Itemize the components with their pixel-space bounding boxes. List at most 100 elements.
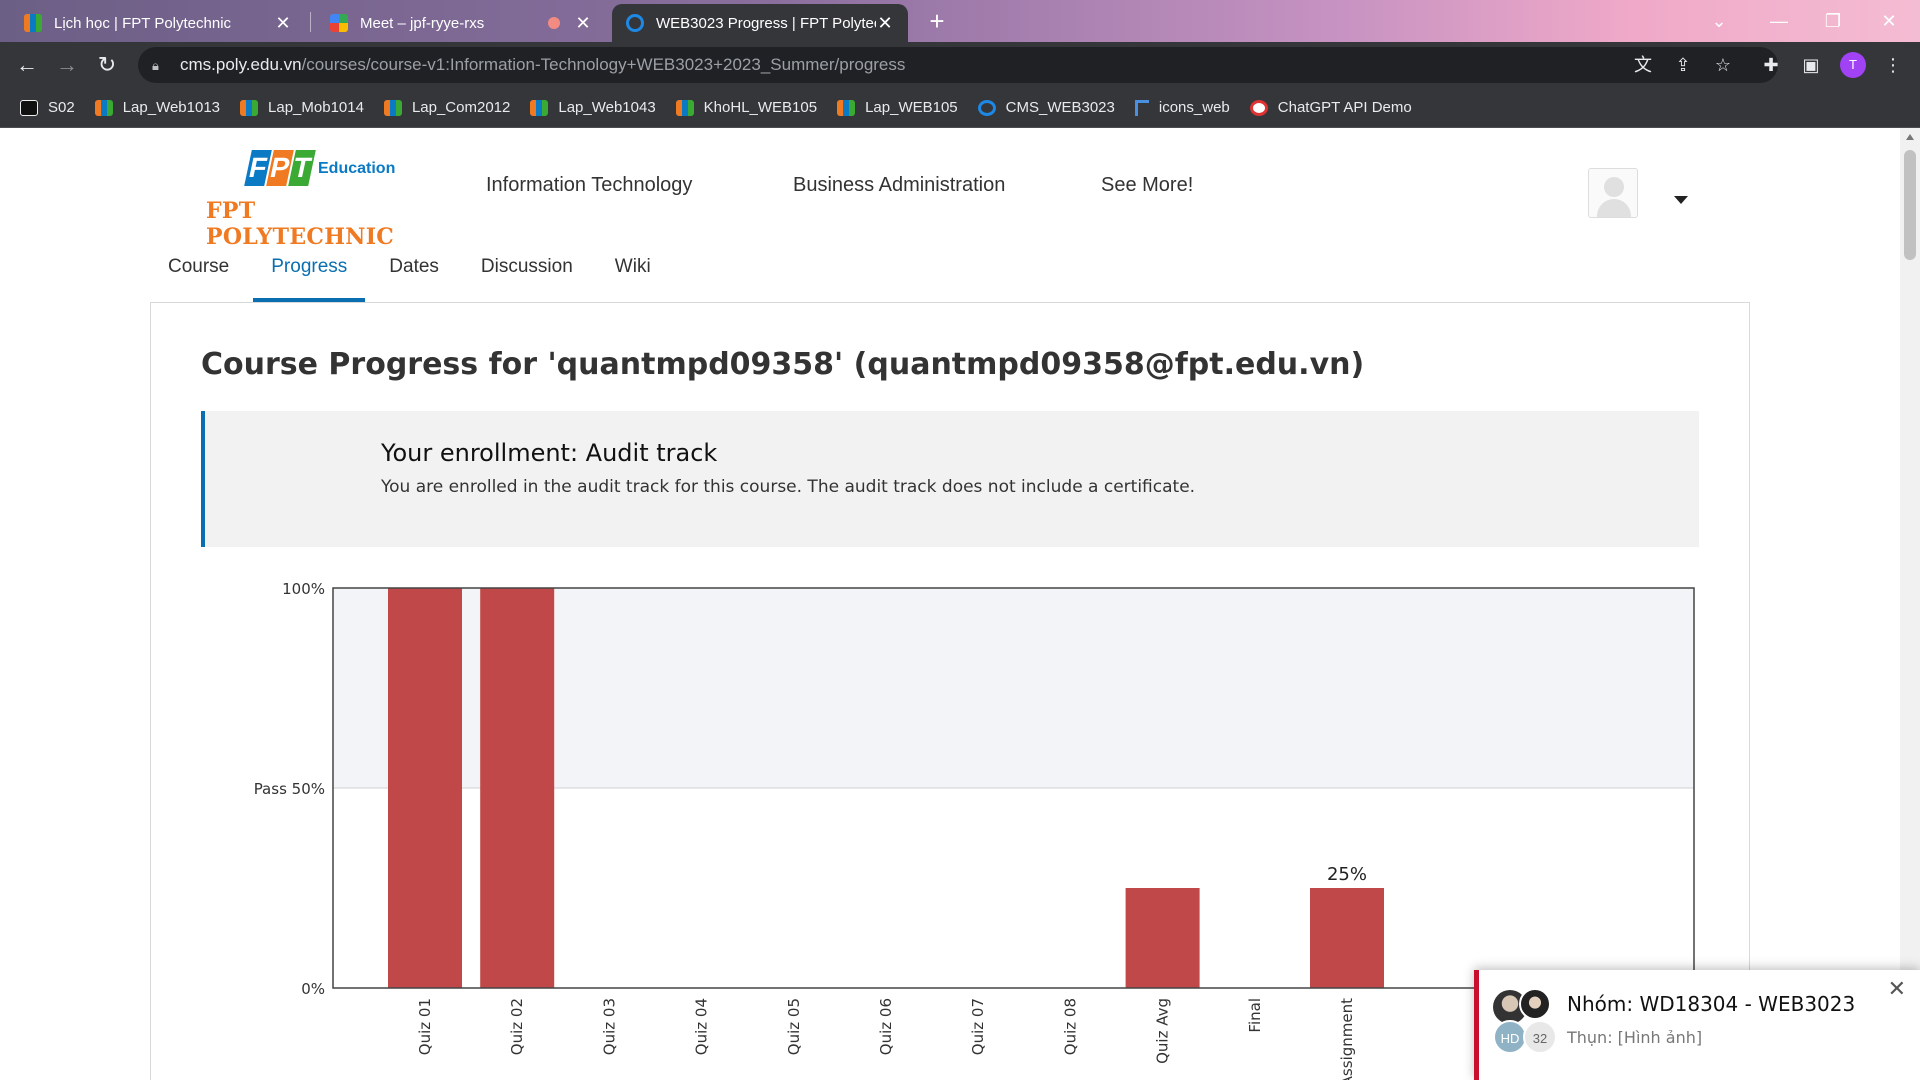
tab-lich-hoc[interactable]: Lịch học | FPT Polytechnic ✕ [10,4,306,42]
tab-progress[interactable]: Progress [253,246,366,302]
member-avatar [1519,988,1551,1020]
scroll-up-arrow-icon[interactable] [1906,134,1914,140]
close-icon[interactable]: ✕ [1888,976,1906,1002]
x-tick-label: Quiz 07 [969,998,987,1055]
notification-message: Thụn: [Hình ảnh] [1567,1028,1703,1047]
member-count-badge: 32 [1523,1020,1557,1054]
x-tick-label: Quiz 03 [600,998,618,1055]
google-meet-icon [330,14,348,32]
nav-see-more[interactable]: See More! [1101,174,1193,197]
tab-dates[interactable]: Dates [371,246,457,302]
minimize-button[interactable]: — [1756,0,1802,42]
bookmark-label: S02 [48,99,75,116]
forward-button[interactable]: → [52,50,82,80]
notification-title: Nhóm: WD18304 - WEB3023 [1567,992,1856,1016]
bookmark-label: Lap_Mob1014 [268,99,364,116]
restore-button[interactable]: ❐ [1810,0,1856,42]
bookmark-lap-web105[interactable]: Lap_WEB105 [837,99,958,116]
x-tick-label: Quiz 01 [416,998,434,1055]
enrollment-heading: Your enrollment: Audit track [381,439,718,467]
scrollbar-thumb[interactable] [1904,150,1916,260]
x-tick-label: Quiz 04 [693,998,711,1055]
logo-name-text: FPT POLYTECHNIC [206,198,395,250]
notion-icon [20,99,38,116]
bookmark-label: Lap_Com2012 [411,99,511,116]
profile-avatar[interactable]: T [1840,52,1866,78]
page-scrollbar[interactable] [1900,128,1920,1080]
close-icon[interactable]: ✕ [574,13,592,34]
avatar-body [1597,199,1631,217]
bookmark-star-icon[interactable]: ☆ [1710,52,1736,78]
bookmark-label: CMS_WEB3023 [1005,99,1115,116]
chat-notification[interactable]: HD 32 Nhóm: WD18304 - WEB3023 Thụn: [Hìn… [1474,970,1920,1080]
nav-business-administration[interactable]: Business Administration [793,174,1005,197]
bookmark-label: icons_web [1158,99,1230,116]
side-panel-icon[interactable]: ▣ [1798,52,1824,78]
tab-course[interactable]: Course [150,246,247,302]
address-bar[interactable]: 🔒︎ cms.poly.edu.vn/courses/course-v1:Inf… [138,47,1778,83]
x-tick-label: Quiz 05 [785,998,803,1055]
bookmark-chatgpt-api-demo[interactable]: ChatGPT API Demo [1249,99,1412,116]
extensions-puzzle-icon[interactable]: ✚ [1758,52,1784,78]
page-title: Course Progress for 'quantmpd09358' (qua… [201,347,1365,382]
close-window-button[interactable]: ✕ [1866,0,1912,42]
back-button[interactable]: ← [12,50,42,80]
fpt-icon [837,99,856,116]
fpt-polytechnic-logo[interactable]: F P T Education FPT POLYTECHNIC [206,150,424,250]
course-favicon-icon [626,14,644,32]
close-icon[interactable]: ✕ [274,13,292,34]
tab-meet[interactable]: Meet – jpf-ryye-rxs ✕ [316,4,606,42]
course-tabs: Course Progress Dates Discussion Wiki [150,246,675,302]
chrome-menu-icon[interactable]: ⋮ [1880,52,1906,78]
bookmark-label: Lap_Web1013 [122,99,221,116]
user-menu-caret-icon[interactable] [1674,196,1688,204]
url-path: /courses/course-v1:Information-Technolog… [301,55,906,74]
new-tab-button[interactable]: + [922,6,952,36]
bookmark-label: ChatGPT API Demo [1277,99,1412,116]
bookmark-lap-mob1014[interactable]: Lap_Mob1014 [240,99,364,116]
translate-icon[interactable]: 文 [1630,52,1656,78]
y-tick-label: Pass 50% [254,780,325,798]
fpt-icon [240,99,259,116]
x-tick-label: Quiz Avg [1154,998,1172,1064]
close-icon[interactable]: ✕ [876,13,894,34]
bookmark-khohl-web105[interactable]: KhoHL_WEB105 [675,99,818,116]
fpt-favicon-icon [24,14,42,32]
url-host: cms.poly.edu.vn [180,55,302,74]
browser-toolbar: ← → ↻ 🔒︎ cms.poly.edu.vn/courses/course-… [0,42,1920,88]
tab-wiki[interactable]: Wiki [597,246,669,302]
bookmark-lap-web1013[interactable]: Lap_Web1013 [94,99,221,116]
fpt-logo-blocks: F P T [244,150,316,188]
fpt-icon [94,99,113,116]
bookmarks-bar: S02 Lap_Web1013 Lap_Mob1014 Lap_Com2012 … [0,88,1920,128]
bar-quiz-avg [1125,888,1200,988]
tab-search-chevron-icon[interactable]: ⌄ [1696,0,1742,42]
reload-button[interactable]: ↻ [92,50,122,80]
enrollment-text: You are enrolled in the audit track for … [381,477,1196,497]
tab-title: Lịch học | FPT Polytechnic [54,14,232,32]
x-tick-label: Quiz 08 [1061,998,1079,1055]
bookmark-label: KhoHL_WEB105 [703,99,818,116]
bookmark-lap-com2012[interactable]: Lap_Com2012 [383,99,511,116]
y-tick-label: 100% [282,580,325,598]
page-viewport: F P T Education FPT POLYTECHNIC Informat… [0,128,1900,1080]
cms-icon [977,99,996,116]
bookmark-lap-web1043[interactable]: Lap_Web1043 [530,99,656,116]
x-tick-label: Final [1246,998,1264,1033]
flag-icon [1134,99,1149,116]
chatgpt-demo-icon [1249,99,1268,116]
nav-information-technology[interactable]: Information Technology [486,174,692,197]
fpt-icon [383,99,402,116]
bookmark-cms-web3023[interactable]: CMS_WEB3023 [977,99,1115,116]
browser-tabstrip: Lịch học | FPT Polytechnic ✕ Meet – jpf-… [0,0,1920,42]
bar-quiz-01 [388,588,462,988]
user-avatar[interactable] [1588,168,1638,218]
avatar-head [1604,177,1624,197]
lock-icon: 🔒︎ [152,58,159,73]
bookmark-icons-web[interactable]: icons_web [1134,99,1230,116]
share-icon[interactable]: ⇪ [1670,52,1696,78]
tab-discussion[interactable]: Discussion [463,246,591,302]
x-tick-label: Quiz 06 [877,998,895,1055]
tab-web3023-progress[interactable]: WEB3023 Progress | FPT Polytech ✕ [612,4,908,42]
bookmark-s02[interactable]: S02 [20,99,75,116]
